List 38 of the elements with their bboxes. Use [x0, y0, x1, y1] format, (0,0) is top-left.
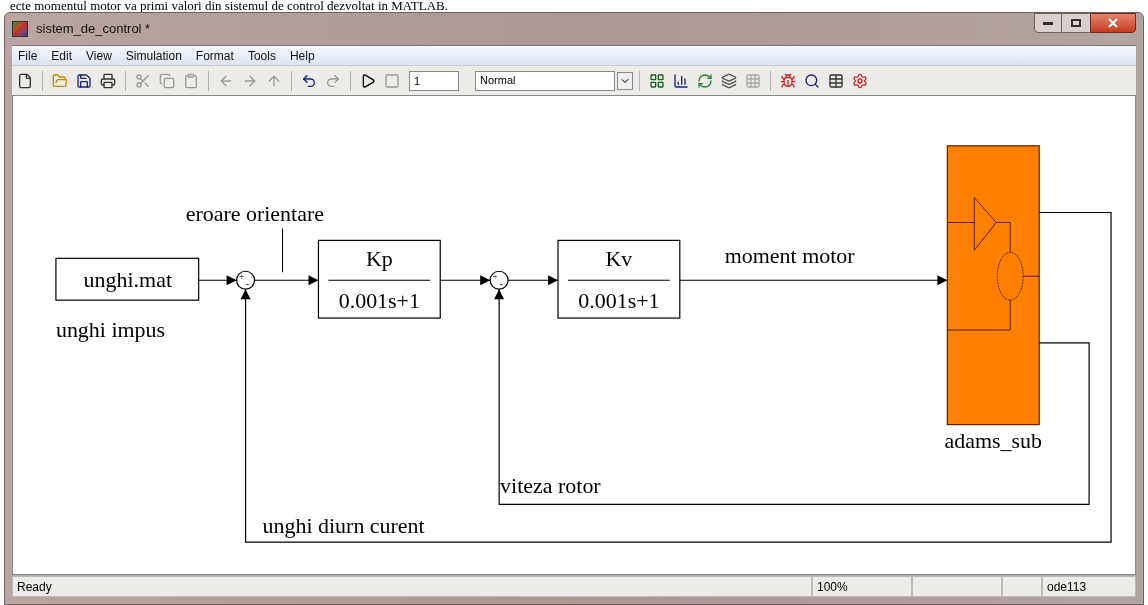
signal-label: unghi diurn curent: [262, 513, 425, 539]
status-text: Ready: [12, 576, 812, 597]
menu-item[interactable]: Help: [289, 46, 315, 65]
document-text: ecte momentul motor va primi valori din sistemul de control dezvoltat in MATLAB.: [9, 0, 449, 12]
menu-item[interactable]: File: [18, 46, 38, 65]
close-icon: [1108, 18, 1118, 28]
signal-label: viteza rotor: [500, 473, 601, 499]
block-text: unghi.mat: [83, 267, 172, 293]
zoom-level: 100%: [812, 576, 912, 597]
minus-sign: -: [499, 278, 503, 290]
stop-time-field[interactable]: 1: [409, 70, 459, 91]
menu-item[interactable]: Format: [195, 46, 234, 65]
minus-sign: -: [245, 278, 250, 290]
minimize-button[interactable]: [1034, 13, 1062, 33]
solver-name: ode113: [1042, 576, 1136, 597]
plus-sign: +: [239, 271, 245, 282]
denominator-text: 0.001s+1: [578, 288, 660, 314]
menu-item[interactable]: Tools: [247, 46, 276, 65]
plus-sign: +: [492, 271, 498, 282]
status-field: [1002, 576, 1042, 597]
signal-label: eroare orientare: [185, 201, 324, 227]
simulation-mode-dropdown[interactable]: Normal: [475, 70, 615, 91]
window-title: sistem_de_control *: [36, 20, 151, 39]
numerator-text: Kp: [365, 246, 393, 272]
menu-item[interactable]: Simulation: [125, 46, 182, 65]
maximize-icon: [1071, 19, 1081, 27]
menu-item[interactable]: View: [86, 46, 112, 65]
close-button[interactable]: [1090, 13, 1136, 33]
app-icon: [12, 21, 28, 37]
block-label: adams_sub: [944, 427, 1042, 453]
block-label: unghi impus: [55, 317, 166, 342]
minimize-icon: [1043, 21, 1053, 25]
menu-item[interactable]: Edit: [51, 46, 73, 65]
leader-line: [282, 227, 283, 273]
denominator-text: 0.001s+1: [338, 288, 420, 314]
maximize-button[interactable]: [1062, 13, 1090, 33]
signal-label: moment motor: [724, 243, 855, 269]
numerator-text: Kv: [605, 246, 633, 272]
